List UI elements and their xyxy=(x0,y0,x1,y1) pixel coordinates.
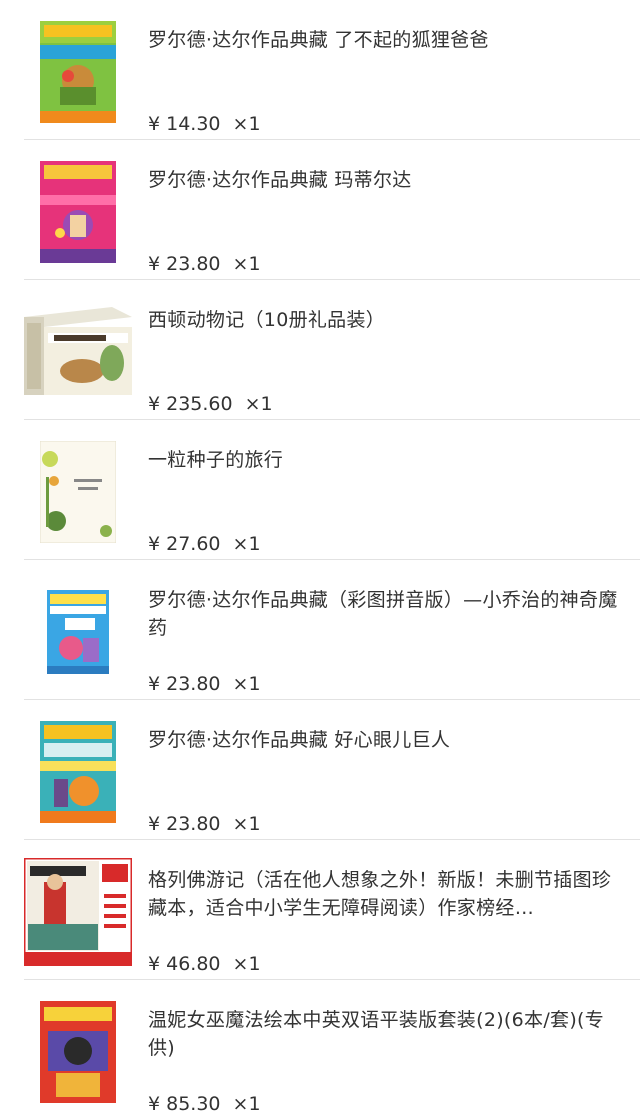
item-quantity: ×1 xyxy=(232,813,261,835)
item-quantity: ×1 xyxy=(232,533,261,555)
list-item[interactable]: 温妮女巫魔法绘本中英双语平装版套装(2)(6本/套)(专供) ¥ 85.30 ×1 xyxy=(0,980,640,1112)
item-price: ¥ 23.80 xyxy=(148,253,221,275)
red-bordered-book-cover-icon xyxy=(24,858,132,966)
item-title[interactable]: 罗尔德·达尔作品典藏 玛蒂尔达 xyxy=(148,166,618,194)
green-orange-book-cover-icon xyxy=(40,21,116,123)
item-price: ¥ 27.60 xyxy=(148,533,221,555)
pink-purple-book-cover-icon xyxy=(40,161,116,263)
book-cover-image[interactable] xyxy=(24,858,132,966)
item-price: ¥ 14.30 xyxy=(148,113,221,135)
price-row: ¥ 23.80 ×1 xyxy=(148,810,261,838)
book-cover-image[interactable] xyxy=(24,158,132,266)
book-cover-image[interactable] xyxy=(24,298,132,406)
price-row: ¥ 235.60 ×1 xyxy=(148,390,273,418)
item-title[interactable]: 西顿动物记（10册礼品装） xyxy=(148,306,618,334)
item-quantity: ×1 xyxy=(232,673,261,695)
item-title[interactable]: 罗尔德·达尔作品典藏 了不起的狐狸爸爸 xyxy=(148,26,618,54)
item-quantity: ×1 xyxy=(232,113,261,135)
book-cover-image[interactable] xyxy=(24,998,132,1106)
item-title[interactable]: 一粒种子的旅行 xyxy=(148,446,618,474)
boxed-set-cover-icon xyxy=(24,307,132,395)
price-row: ¥ 14.30 ×1 xyxy=(148,110,261,138)
item-title[interactable]: 温妮女巫魔法绘本中英双语平装版套装(2)(6本/套)(专供) xyxy=(148,1006,618,1062)
cart-item-list: 罗尔德·达尔作品典藏 了不起的狐狸爸爸 ¥ 14.30 ×1 罗尔德·达尔作品典藏… xyxy=(0,0,640,1112)
list-item[interactable]: 罗尔德·达尔作品典藏 玛蒂尔达 ¥ 23.80 ×1 xyxy=(0,140,640,280)
book-cover-image[interactable] xyxy=(24,718,132,826)
item-quantity: ×1 xyxy=(232,1093,261,1112)
blue-book-cover-icon xyxy=(47,590,109,674)
item-price: ¥ 46.80 xyxy=(148,953,221,975)
price-row: ¥ 23.80 ×1 xyxy=(148,250,261,278)
price-row: ¥ 46.80 ×1 xyxy=(148,950,261,978)
item-price: ¥ 235.60 xyxy=(148,393,233,415)
list-item[interactable]: 罗尔德·达尔作品典藏 了不起的狐狸爸爸 ¥ 14.30 ×1 xyxy=(0,0,640,140)
item-title[interactable]: 格列佛游记（活在他人想象之外！新版！未删节插图珍藏本，适合中小学生无障碍阅读）作… xyxy=(148,866,618,922)
book-cover-image[interactable] xyxy=(24,18,132,126)
book-cover-image[interactable] xyxy=(24,438,132,546)
list-item[interactable]: 一粒种子的旅行 ¥ 27.60 ×1 xyxy=(0,420,640,560)
red-box-set-cover-icon xyxy=(40,1001,116,1103)
list-item[interactable]: 罗尔德·达尔作品典藏 好心眼儿巨人 ¥ 23.80 ×1 xyxy=(0,700,640,840)
item-quantity: ×1 xyxy=(232,953,261,975)
item-quantity: ×1 xyxy=(232,253,261,275)
book-cover-image[interactable] xyxy=(24,578,132,686)
list-item[interactable]: 西顿动物记（10册礼品装） ¥ 235.60 ×1 xyxy=(0,280,640,420)
item-title[interactable]: 罗尔德·达尔作品典藏 好心眼儿巨人 xyxy=(148,726,618,754)
item-quantity: ×1 xyxy=(244,393,273,415)
item-price: ¥ 85.30 xyxy=(148,1093,221,1112)
white-botanical-book-cover-icon xyxy=(40,441,116,543)
price-row: ¥ 85.30 ×1 xyxy=(148,1090,261,1112)
list-item[interactable]: 格列佛游记（活在他人想象之外！新版！未删节插图珍藏本，适合中小学生无障碍阅读）作… xyxy=(0,840,640,980)
item-price: ¥ 23.80 xyxy=(148,673,221,695)
item-title[interactable]: 罗尔德·达尔作品典藏（彩图拼音版）—小乔治的神奇魔药 xyxy=(148,586,618,642)
item-price: ¥ 23.80 xyxy=(148,813,221,835)
price-row: ¥ 23.80 ×1 xyxy=(148,670,261,698)
teal-orange-book-cover-icon xyxy=(40,721,116,823)
list-item[interactable]: 罗尔德·达尔作品典藏（彩图拼音版）—小乔治的神奇魔药 ¥ 23.80 ×1 xyxy=(0,560,640,700)
price-row: ¥ 27.60 ×1 xyxy=(148,530,261,558)
